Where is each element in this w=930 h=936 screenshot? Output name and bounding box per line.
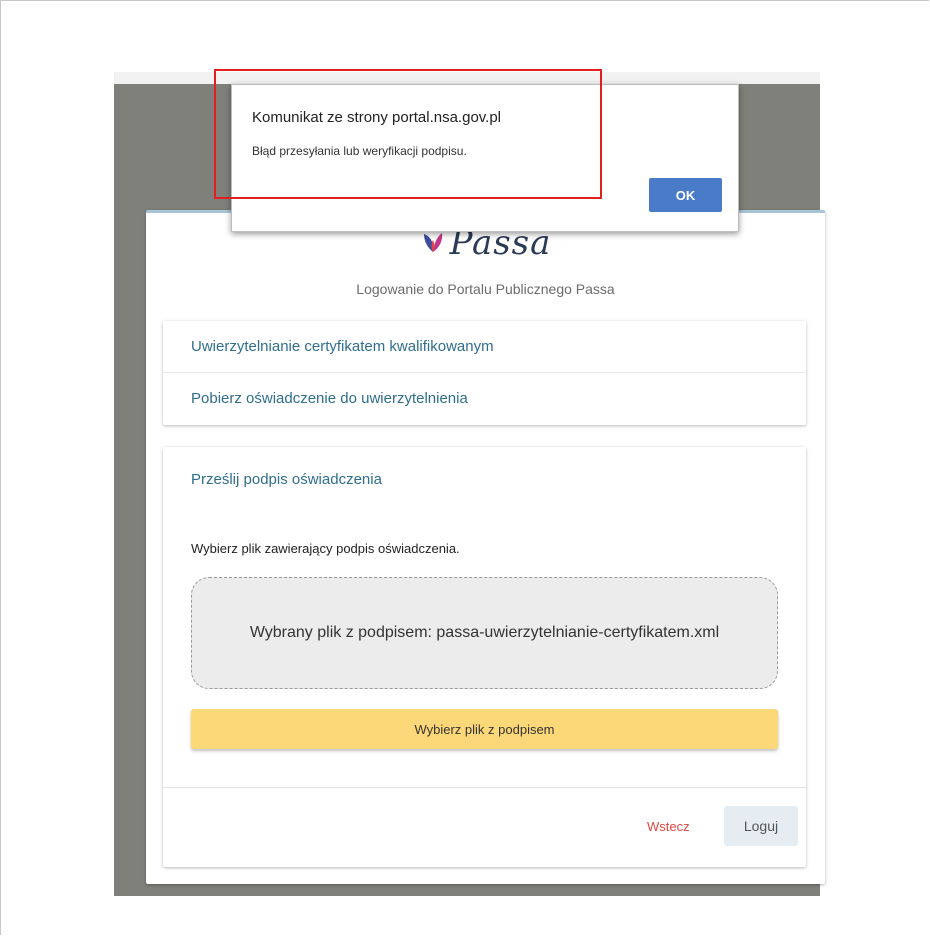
- browser-alert-dialog: Komunikat ze strony portal.nsa.gov.pl Bł…: [231, 84, 739, 232]
- auth-accordion: Uwierzytelnianie certyfikatem kwalifikow…: [163, 321, 806, 425]
- panel-divider: [163, 787, 806, 788]
- browser-top-strip: [114, 72, 820, 84]
- login-button[interactable]: Loguj: [724, 806, 798, 846]
- alert-ok-button[interactable]: OK: [649, 178, 722, 212]
- file-dropzone[interactable]: Wybrany plik z podpisem: passa-uwierzyte…: [191, 577, 778, 689]
- choose-signature-file-button[interactable]: Wybierz plik z podpisem: [191, 709, 778, 749]
- accordion-item-certificate-auth[interactable]: Uwierzytelnianie certyfikatem kwalifikow…: [163, 321, 806, 373]
- upload-panel-title[interactable]: Prześlij podpis oświadczenia: [191, 471, 382, 488]
- page-subtitle: Logowanie do Portalu Publicznego Passa: [356, 281, 615, 297]
- alert-title: Komunikat ze strony portal.nsa.gov.pl: [252, 109, 502, 126]
- selected-file-label: Wybrany plik z podpisem: passa-uwierzyte…: [249, 624, 720, 641]
- accordion-item-download-statement[interactable]: Pobierz oświadczenie do uwierzytelnienia: [163, 373, 806, 425]
- upload-instruction: Wybierz plik zawierający podpis oświadcz…: [191, 541, 460, 556]
- upload-signature-panel: Prześlij podpis oświadczenia Wybierz pli…: [163, 447, 806, 867]
- login-card: Passa Logowanie do Portalu Publicznego P…: [146, 210, 825, 884]
- alert-message: Błąd przesyłania lub weryfikacji podpisu…: [252, 144, 467, 158]
- back-button[interactable]: Wstecz: [647, 819, 690, 834]
